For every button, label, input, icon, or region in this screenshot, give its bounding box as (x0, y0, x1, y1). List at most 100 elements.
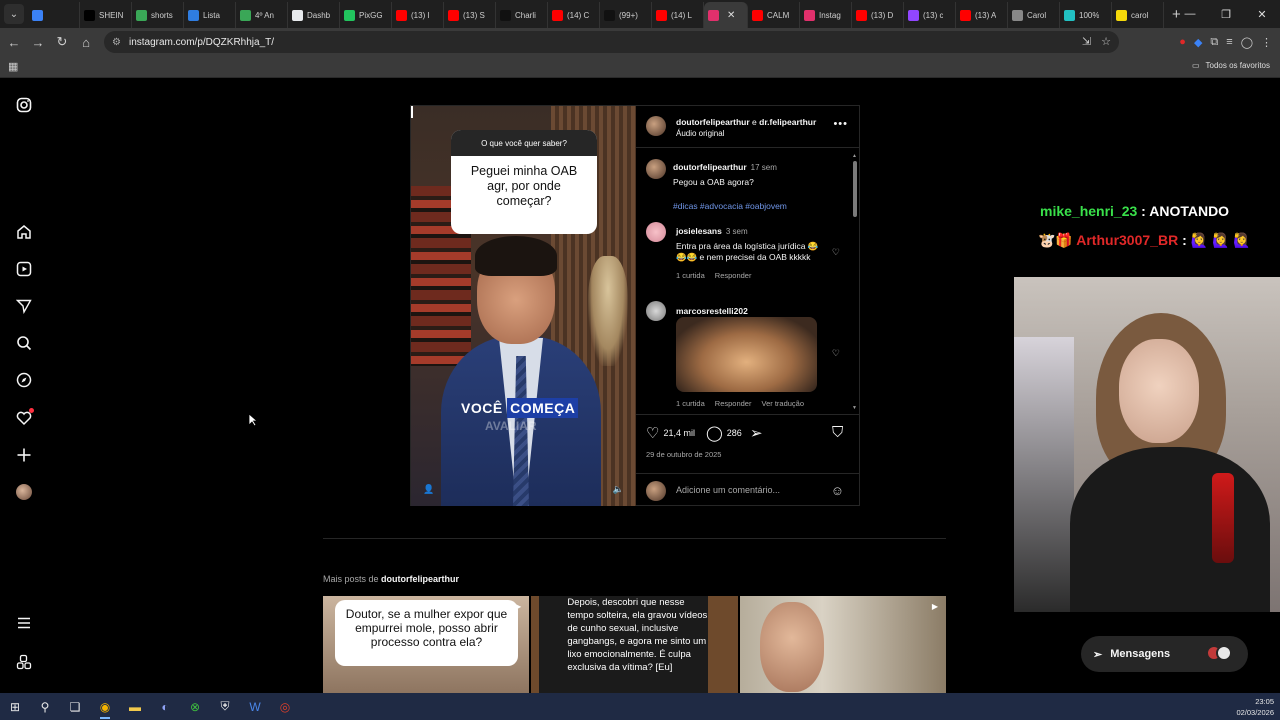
system-clock[interactable]: 23:05 02/03/2026 (1236, 696, 1274, 718)
browser-tab[interactable]: Lista (184, 2, 236, 28)
back-button[interactable]: ← (2, 30, 26, 54)
more-menu-icon[interactable] (14, 613, 34, 633)
extensions-puzzle-icon[interactable]: ⧉ (1210, 36, 1218, 49)
media-control-icon[interactable]: ≡ (1226, 36, 1232, 48)
owner-avatar[interactable] (646, 159, 666, 179)
restore-button[interactable]: ❐ (1208, 0, 1244, 28)
hashtags[interactable]: #dicas #advocacia #oabjovem (673, 201, 843, 212)
home-button[interactable]: ⌂ (74, 30, 98, 54)
windows-start-icon[interactable]: ⊞ (0, 693, 30, 720)
messages-icon[interactable] (14, 296, 34, 316)
commenter-1-username[interactable]: josielesans (676, 226, 722, 236)
address-bar[interactable]: ⚙ instagram.com/p/DQZKRhhja_T/ ⇲ ☆ (104, 31, 1119, 53)
post-thumbnail-3[interactable]: ▶ (739, 596, 946, 693)
browser-tab[interactable]: ✕ (704, 2, 748, 28)
word-icon[interactable]: W (240, 693, 270, 720)
instagram-logo-icon[interactable] (14, 95, 34, 115)
extension-diamond-icon[interactable]: ◆ (1194, 36, 1202, 49)
minimize-button[interactable]: — (1172, 0, 1208, 28)
notifications-heart-icon[interactable] (14, 408, 34, 428)
security-shield-icon[interactable]: ⛨ (210, 693, 240, 720)
xbox-icon[interactable]: ⊗ (180, 693, 210, 720)
browser-tab[interactable]: (13) c (904, 2, 956, 28)
taskbar-search-icon[interactable]: ⚲ (30, 693, 60, 720)
browser-tab[interactable]: (13) I (392, 2, 444, 28)
more-posts-user[interactable]: doutorfelipearthur (381, 574, 459, 584)
author-2-link[interactable]: dr.felipearthur (759, 117, 816, 127)
post-thumbnail-2[interactable]: Depois, descobri que nesse tempo solteir… (531, 596, 738, 693)
comment-input[interactable]: Adicione um comentário... (676, 485, 780, 495)
commenter-1-avatar[interactable] (646, 222, 666, 242)
comment-1-reply[interactable]: Responder (715, 271, 752, 280)
owner-username[interactable]: doutorfelipearthur (673, 162, 747, 172)
browser-tab[interactable]: Charli (496, 2, 548, 28)
like-button[interactable]: ♡ 21,4 mil (646, 424, 695, 442)
comment-button[interactable]: ◯ 286 (706, 424, 742, 442)
browser-tab[interactable]: Dashb (288, 2, 340, 28)
scrollbar-thumb[interactable] (853, 161, 857, 217)
like-comment-2-icon[interactable]: ♡ (832, 348, 840, 359)
post-thumbnail-1[interactable]: Doutor, se a mulher expor que empurrei m… (323, 596, 530, 693)
tab-close-icon[interactable]: ✕ (727, 10, 735, 21)
forward-button[interactable]: → (26, 30, 50, 54)
browser-tab[interactable]: (99+) (600, 2, 652, 28)
file-explorer-icon[interactable]: ▬ (120, 693, 150, 720)
home-icon[interactable] (14, 222, 34, 242)
comment-2-translate[interactable]: Ver tradução (761, 399, 804, 408)
author-1-link[interactable]: doutorfelipearthur (676, 117, 750, 127)
reload-button[interactable]: ↻ (50, 30, 74, 54)
browser-tab[interactable]: SHEIN (80, 2, 132, 28)
scroll-down-icon[interactable]: ▼ (852, 405, 857, 411)
site-info-icon[interactable]: ⚙ (112, 37, 121, 48)
browser-tab[interactable]: (13) A (956, 2, 1008, 28)
browser-tab[interactable]: (13) D (852, 2, 904, 28)
tab-search-button[interactable]: ⌄ (4, 4, 24, 24)
scroll-up-icon[interactable]: ▲ (852, 153, 857, 159)
tagged-user-icon[interactable]: 👤 (423, 484, 434, 495)
all-bookmarks-button[interactable]: ▭ Todos os favoritos (1192, 61, 1270, 70)
comments-scrollbar[interactable]: ▲ ▼ (852, 153, 858, 411)
profile-icon[interactable]: ◯ (1241, 36, 1253, 49)
explore-compass-icon[interactable] (14, 370, 34, 390)
browser-tab[interactable]: carol (1112, 2, 1164, 28)
emoji-icon[interactable]: ☺ (831, 483, 844, 498)
comment-2-reply[interactable]: Responder (715, 399, 752, 408)
reels-icon[interactable] (14, 259, 34, 279)
commenter-2-username[interactable]: marcosrestelli202 (676, 306, 748, 316)
obs-icon[interactable]: ◎ (270, 693, 300, 720)
post-video[interactable]: O que você quer saber? Peguei minha OAB … (411, 106, 636, 506)
commenter-2-avatar[interactable] (646, 301, 666, 321)
browser-tab[interactable]: shorts (132, 2, 184, 28)
comment-2-likes[interactable]: 1 curtida (676, 399, 705, 408)
share-button[interactable]: ➢ (750, 424, 763, 442)
like-comment-1-icon[interactable]: ♡ (832, 247, 840, 258)
apps-grid-icon[interactable]: ▦ (8, 60, 18, 73)
extension-red-icon[interactable]: ● (1179, 36, 1186, 48)
browser-tab[interactable] (28, 2, 80, 28)
save-button[interactable]: ⛉ (832, 424, 843, 441)
browser-tab[interactable]: PixGG (340, 2, 392, 28)
bookmark-star-icon[interactable]: ☆ (1101, 35, 1111, 48)
discord-icon[interactable]: ◐ (150, 693, 180, 720)
browser-tab[interactable]: CALM (748, 2, 800, 28)
install-app-icon[interactable]: ⇲ (1082, 35, 1091, 48)
browser-tab[interactable]: 100% (1060, 2, 1112, 28)
comment-2-gif[interactable] (676, 317, 817, 392)
messages-button[interactable]: ➢ Mensagens (1081, 636, 1248, 672)
browser-tab[interactable]: 4º An (236, 2, 288, 28)
task-view-icon[interactable]: ❏ (60, 693, 90, 720)
browser-tab[interactable]: Instag (800, 2, 852, 28)
profile-avatar[interactable] (14, 482, 34, 502)
search-icon[interactable] (14, 333, 34, 353)
close-window-button[interactable]: ✕ (1244, 0, 1280, 28)
browser-tab[interactable]: (13) S (444, 2, 496, 28)
author-avatar[interactable] (646, 116, 666, 136)
browser-tab[interactable]: (14) C (548, 2, 600, 28)
sound-icon[interactable]: 🔈 (613, 484, 624, 495)
create-plus-icon[interactable] (14, 445, 34, 465)
more-options-icon[interactable]: ••• (833, 118, 848, 130)
browser-menu-icon[interactable]: ⋮ (1261, 36, 1272, 49)
audio-link[interactable]: Áudio original (676, 129, 724, 138)
browser-tab[interactable]: Carol (1008, 2, 1060, 28)
browser-tab[interactable]: (14) L (652, 2, 704, 28)
